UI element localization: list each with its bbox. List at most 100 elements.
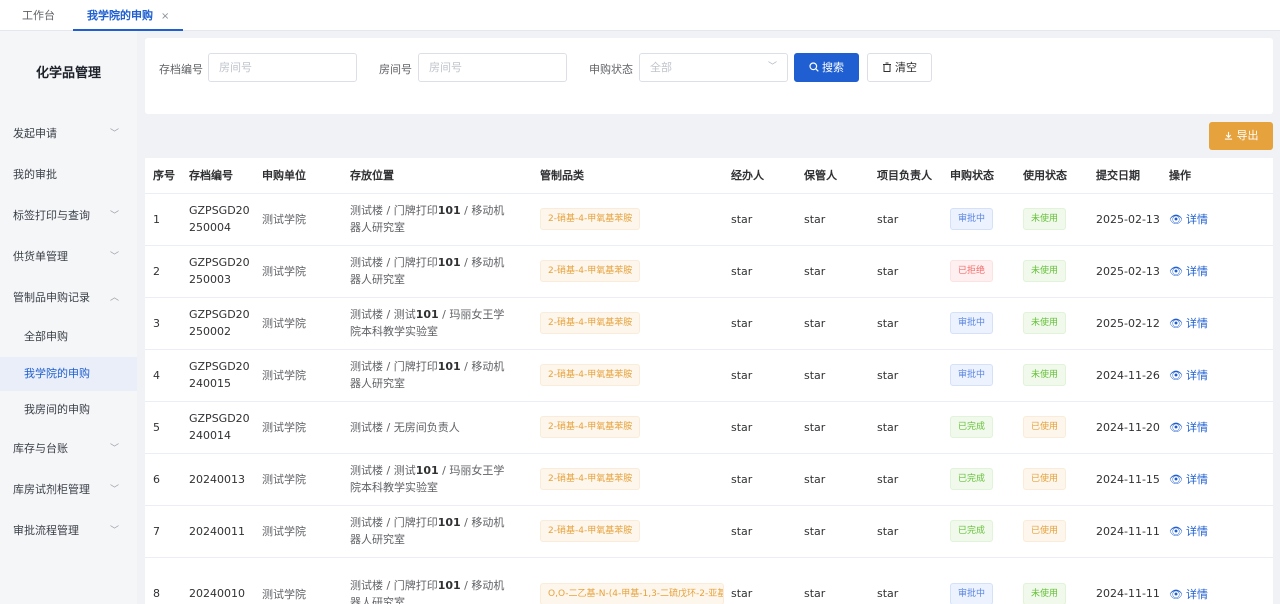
detail-link[interactable]: 👁 详情 <box>1169 213 1208 226</box>
operations: 👁 详情 <box>1161 401 1273 454</box>
archive-code: 20240013 <box>181 453 254 506</box>
eye-icon: 👁 <box>1169 421 1183 434</box>
purchase-unit: 测试学院 <box>254 505 342 558</box>
location-room-prefix: 门牌打印 <box>393 516 438 529</box>
purchase-status: 审批中 <box>942 297 1015 350</box>
submit-date: 2025-02-12 <box>1088 297 1161 350</box>
purchase-table: 序号 存档编号 申购单位 存放位置 管制品类 经办人 保管人 项目负责人 申购状态 使用状态 提交日… <box>145 158 1273 604</box>
search-button[interactable]: 搜索 <box>794 53 859 82</box>
keeper: star <box>796 193 869 246</box>
archive-code: GZPSGD20 250004 <box>181 193 254 246</box>
sidebar-item-all-purchases[interactable]: 全部申购 <box>0 320 137 354</box>
operations: 👁 详情 <box>1161 297 1273 350</box>
row-number: 8 <box>145 557 181 604</box>
detail-link[interactable]: 👁 详情 <box>1169 265 1208 278</box>
column-header: 存放位置 <box>342 158 532 194</box>
sidebar-item-my-college-purchases[interactable]: 我学院的申购 <box>0 357 137 391</box>
location-building: 测试楼 <box>350 308 383 321</box>
column-header: 存档编号 <box>181 158 254 194</box>
export-button[interactable]: 导出 <box>1209 122 1273 150</box>
sidebar-item-my-room-purchases[interactable]: 我房间的申购 <box>0 393 137 427</box>
table-row: 8 20240010 测试学院 测试楼 / 门牌打印101 / 移动机器人研究室 O,O… <box>145 557 1273 604</box>
archive-code: GZPSGD20 250002 <box>181 297 254 350</box>
detail-link-label: 详情 <box>1185 587 1208 601</box>
usage-badge: 未使用 <box>1023 364 1067 386</box>
table-header: 序号 存档编号 申购单位 存放位置 管制品类 经办人 保管人 项目负责人 申购状态 使用状态 提交日… <box>145 158 1273 194</box>
detail-link[interactable]: 👁 详情 <box>1169 421 1208 434</box>
row-number: 5 <box>145 401 181 454</box>
detail-link[interactable]: 👁 详情 <box>1169 588 1208 601</box>
location-building: 测试楼 <box>350 578 383 592</box>
chevron-down-icon: ﹀ <box>109 526 119 536</box>
chemical-tag: 2-硝基-4-甲氧基苯胺 <box>540 468 641 490</box>
usage-status: 未使用 <box>1015 193 1088 246</box>
chevron-down-icon: ﹀ <box>109 211 119 221</box>
tab-workbench[interactable]: 工作台 <box>22 0 55 31</box>
eye-icon: 👁 <box>1169 473 1183 486</box>
operations: 👁 详情 <box>1161 193 1273 246</box>
status-select[interactable]: 全部 ﹀ <box>639 53 788 82</box>
detail-link[interactable]: 👁 详情 <box>1169 473 1208 486</box>
column-header: 经办人 <box>723 158 796 194</box>
location-room-number: 101 <box>437 360 461 373</box>
location-building: 测试楼 <box>350 204 383 217</box>
storage-location: 测试楼 / 门牌打印101 / 移动机器人研究室 <box>342 245 532 298</box>
tab-my-college-purchases[interactable]: 我学院的申购 × <box>73 0 184 31</box>
room-input[interactable] <box>418 53 567 82</box>
usage-badge: 未使用 <box>1023 208 1067 230</box>
sidebar-item-controlled-purchase-records[interactable]: 管制品申购记录 ︿ <box>0 281 137 315</box>
clear-button-label: 清空 <box>895 61 917 74</box>
submit-date: 2024-11-11 <box>1088 505 1161 558</box>
purchase-unit: 测试学院 <box>254 557 342 604</box>
sidebar-item-label: 库房试剂柜管理 <box>13 483 90 496</box>
project-leader: star <box>869 193 942 246</box>
archive-code-line: 240014 <box>189 429 231 442</box>
project-leader: star <box>869 297 942 350</box>
project-leader: star <box>869 245 942 298</box>
operations: 👁 详情 <box>1161 349 1273 402</box>
detail-link-label: 详情 <box>1185 525 1208 538</box>
detail-link[interactable]: 👁 详情 <box>1169 317 1208 330</box>
purchase-status: 审批中 <box>942 193 1015 246</box>
row-number: 4 <box>145 349 181 402</box>
archive-code-line: 20240013 <box>189 472 245 486</box>
room-label: 房间号 <box>379 63 412 76</box>
sidebar-item-storage-cabinet-mgmt[interactable]: 库房试剂柜管理 ﹀ <box>0 473 137 507</box>
archive-input[interactable] <box>208 53 357 82</box>
sidebar-item-label: 发起申请 <box>13 127 57 140</box>
submit-date: 2024-11-11 <box>1088 557 1161 604</box>
sidebar-item-label-print-query[interactable]: 标签打印与查询 ﹀ <box>0 199 137 233</box>
close-icon[interactable]: × <box>161 11 169 22</box>
status-badge: 已完成 <box>950 416 994 438</box>
chevron-down-icon: ﹀ <box>109 444 119 454</box>
table-row: 5 GZPSGD20 240014 测试学院 测试楼 / 无房间负责人 2-硝基-4-甲氧… <box>145 401 1273 454</box>
sidebar-item-inventory-ledger[interactable]: 库存与台账 ﹀ <box>0 432 137 466</box>
usage-badge: 已使用 <box>1023 520 1067 542</box>
usage-badge: 已使用 <box>1023 468 1067 490</box>
location-building: 测试楼 <box>350 360 383 373</box>
usage-status: 已使用 <box>1015 505 1088 558</box>
controlled-chemical: 2-硝基-4-甲氧基苯胺 <box>532 245 723 298</box>
sidebar-item-approval-flow-mgmt[interactable]: 审批流程管理 ﹀ <box>0 514 137 548</box>
chevron-up-icon: ︿ <box>109 293 119 303</box>
sidebar-item-initiate-application[interactable]: 发起申请 ﹀ <box>0 117 137 151</box>
handler: star <box>723 453 796 506</box>
keeper: star <box>796 245 869 298</box>
detail-link[interactable]: 👁 详情 <box>1169 525 1208 538</box>
handler: star <box>723 245 796 298</box>
eye-icon: 👁 <box>1169 525 1183 538</box>
table-row: 6 20240013 测试学院 测试楼 / 测试101 / 玛丽女王学院本科教学实验室… <box>145 453 1273 506</box>
sidebar-item-supply-order-mgmt[interactable]: 供货单管理 ﹀ <box>0 240 137 274</box>
column-header: 管制品类 <box>532 158 723 194</box>
controlled-chemical: 2-硝基-4-甲氧基苯胺 <box>532 505 723 558</box>
status-select-value: 全部 <box>650 61 672 74</box>
archive-code: GZPSGD20 250003 <box>181 245 254 298</box>
column-header: 项目负责人 <box>869 158 942 194</box>
detail-link[interactable]: 👁 详情 <box>1169 369 1208 382</box>
sidebar-title: 化学品管理 <box>35 66 101 81</box>
clear-button[interactable]: 清空 <box>867 53 932 82</box>
controlled-chemical: 2-硝基-4-甲氧基苯胺 <box>532 349 723 402</box>
sidebar-item-my-approvals[interactable]: 我的审批 <box>0 158 137 192</box>
sidebar-item-label: 管制品申购记录 <box>13 291 90 304</box>
status-badge: 已完成 <box>950 468 994 490</box>
